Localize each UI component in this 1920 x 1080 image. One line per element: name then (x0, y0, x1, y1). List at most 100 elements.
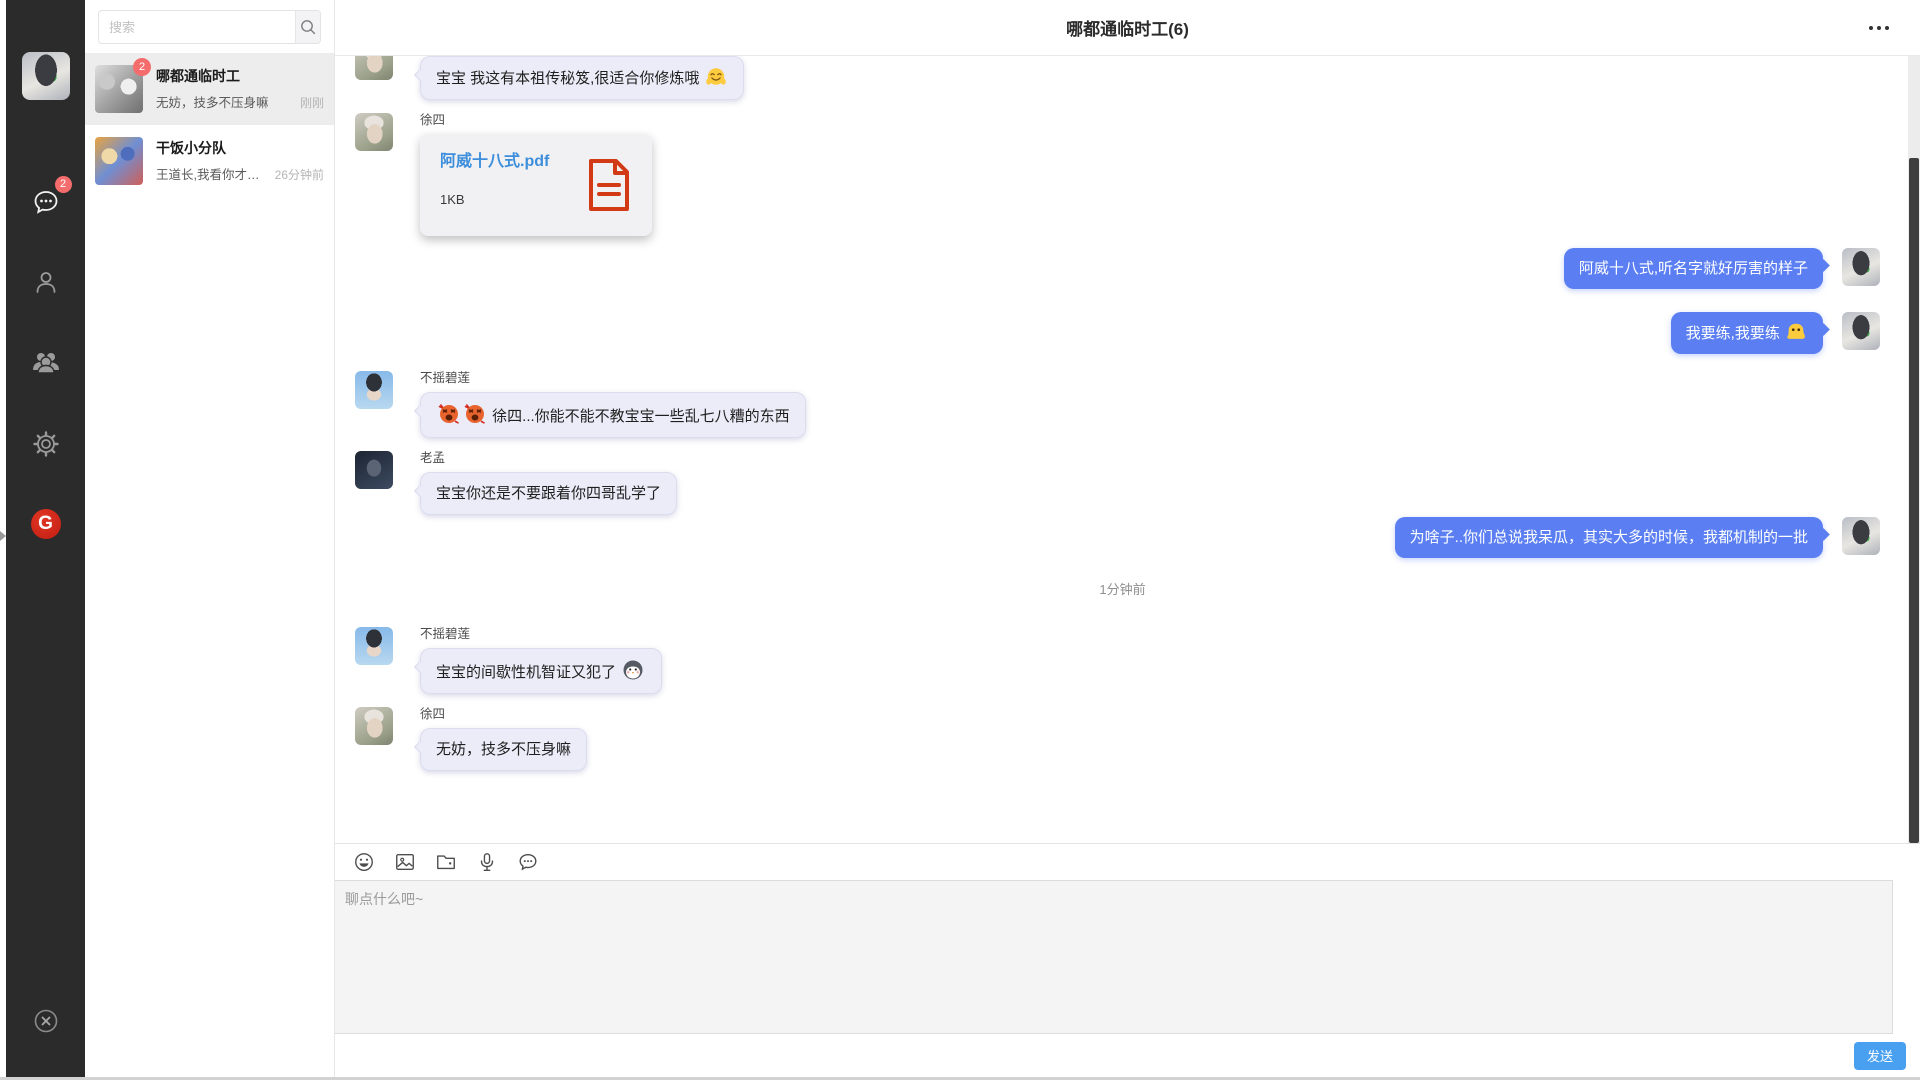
sidebar-item-chats[interactable]: 2 (26, 182, 66, 222)
message-avatar[interactable] (1842, 517, 1880, 555)
sidebar-close-button[interactable] (26, 1001, 66, 1041)
message-avatar[interactable] (355, 371, 393, 409)
app-window: 2 G (0, 0, 1920, 1080)
folder-icon (435, 851, 457, 873)
pdf-file-icon (586, 158, 632, 217)
chat-time: 刚刚 (300, 94, 324, 111)
voice-message-button[interactable] (472, 847, 502, 877)
emoji-picker-button[interactable] (349, 847, 379, 877)
chat-bubble-icon (32, 188, 60, 216)
chat-time: 26分钟前 (275, 166, 324, 183)
message-avatar[interactable] (1842, 248, 1880, 286)
gear-icon (32, 430, 60, 458)
unread-badge: 2 (133, 58, 151, 76)
scrollbar-thumb[interactable] (1909, 158, 1919, 843)
message-bubble: 阿威十八式,听名字就好厉害的样子 (1564, 248, 1823, 289)
conversation-panel: 哪都通临时工(6) 宝宝 我这有本祖传秘笈,很适合你修炼哦 徐四阿威十八式.pd… (335, 0, 1920, 1077)
message-row: 我要练,我要练 (355, 312, 1890, 354)
enraged-face-emoji (462, 408, 488, 425)
chat-record-button[interactable] (513, 847, 543, 877)
message-avatar[interactable] (355, 113, 393, 151)
message-avatar[interactable] (355, 627, 393, 665)
chat-list-item[interactable]: 2 哪都通临时工无妨，技多不压身嘛刚刚 (85, 53, 334, 125)
sender-name: 不摇碧莲 (420, 627, 470, 642)
chat-last-message: 王道长,我看你才… (156, 164, 269, 183)
message-row: 宝宝 我这有本祖传秘笈,很适合你修炼哦 (355, 56, 1890, 100)
message-text: 徐四...你能不能不教宝宝一些乱七八糟的东西 (488, 408, 790, 425)
message-avatar[interactable] (355, 56, 393, 80)
scrollbar-track[interactable] (1908, 56, 1920, 843)
sender-name: 老孟 (420, 451, 445, 466)
message-text: 为啥子..你们总说我呆瓜，其实大多的时候，我都机制的一批 (1410, 529, 1808, 546)
unread-badge: 2 (55, 176, 72, 193)
message-bubble: 为啥子..你们总说我呆瓜，其实大多的时候，我都机制的一批 (1395, 517, 1823, 558)
search-button[interactable] (295, 11, 320, 43)
send-image-button[interactable] (390, 847, 420, 877)
enraged-face-emoji (436, 408, 462, 425)
message-area: 宝宝 我这有本祖传秘笈,很适合你修炼哦 徐四阿威十八式.pdf1KB阿威十八式,… (335, 56, 1920, 843)
chat-title: 干饭小分队 (156, 139, 324, 157)
message-text: 宝宝 我这有本祖传秘笈,很适合你修炼哦 (436, 70, 704, 87)
sidebar: 2 G (6, 0, 85, 1077)
group-icon (31, 348, 61, 376)
message-avatar[interactable] (355, 707, 393, 745)
message-text: 宝宝你还是不要跟着你四哥乱学了 (436, 485, 661, 502)
search-box (98, 10, 321, 44)
melting-face-emoji (1784, 325, 1808, 342)
message-scroll-region: 宝宝 我这有本祖传秘笈,很适合你修炼哦 徐四阿威十八式.pdf1KB阿威十八式,… (335, 56, 1908, 843)
input-toolbar (335, 843, 1920, 880)
chat-avatar (95, 137, 143, 185)
message-row: 徐四无妨，技多不压身嘛 (355, 707, 1890, 771)
conversation-header: 哪都通临时工(6) (335, 0, 1920, 56)
send-button[interactable]: 发送 (1854, 1042, 1906, 1070)
sidebar-item-groups[interactable] (26, 342, 66, 382)
search-input[interactable] (99, 11, 295, 43)
sender-name: 不摇碧莲 (420, 371, 470, 386)
message-row: 为啥子..你们总说我呆瓜，其实大多的时候，我都机制的一批 (355, 517, 1890, 558)
file-message-card[interactable]: 阿威十八式.pdf1KB (420, 134, 652, 236)
send-row: 发送 (335, 1034, 1920, 1077)
message-text: 宝宝的间歇性机智证又犯了 (436, 664, 620, 681)
message-bubble: 我要练,我要练 (1671, 312, 1823, 354)
message-row: 不摇碧莲宝宝的间歇性机智证又犯了 (355, 627, 1890, 694)
message-row: 徐四阿威十八式.pdf1KB (355, 113, 1890, 236)
message-bubble-icon (517, 851, 539, 873)
chat-list: 2 哪都通临时工无妨，技多不压身嘛刚刚干饭小分队王道长,我看你才… 26分钟前 (85, 53, 334, 197)
message-bubble: 宝宝的间歇性机智证又犯了 (420, 648, 662, 694)
sender-name: 徐四 (420, 113, 445, 128)
message-bubble: 徐四...你能不能不教宝宝一些乱七八糟的东西 (420, 392, 806, 438)
chat-last-message: 无妨，技多不压身嘛 (156, 92, 294, 111)
close-circle-icon (33, 1008, 59, 1034)
message-input[interactable] (335, 881, 1892, 1033)
search-icon (299, 18, 317, 36)
g-logo-icon: G (31, 509, 61, 539)
microphone-icon (476, 851, 498, 873)
chat-title: 哪都通临时工 (156, 67, 324, 85)
message-row: 老孟宝宝你还是不要跟着你四哥乱学了 (355, 451, 1890, 515)
hugging-face-emoji (704, 70, 728, 87)
sender-name: 徐四 (420, 707, 445, 722)
message-avatar[interactable] (1842, 312, 1880, 350)
message-avatar[interactable] (355, 451, 393, 489)
my-avatar[interactable] (22, 52, 70, 100)
sidebar-item-settings[interactable] (26, 424, 66, 464)
send-file-button[interactable] (431, 847, 461, 877)
message-text: 阿威十八式,听名字就好厉害的样子 (1579, 260, 1808, 277)
image-icon (394, 851, 416, 873)
sidebar-item-contacts[interactable] (26, 262, 66, 302)
search-row (85, 0, 334, 53)
penguin-emoji (620, 664, 646, 681)
more-options-icon[interactable] (1863, 20, 1895, 36)
message-input-zone (335, 880, 1893, 1034)
chat-avatar: 2 (95, 65, 143, 113)
chat-list-item[interactable]: 干饭小分队王道长,我看你才… 26分钟前 (85, 125, 334, 197)
chat-list-panel: 2 哪都通临时工无妨，技多不压身嘛刚刚干饭小分队王道长,我看你才… 26分钟前 (85, 0, 335, 1077)
message-text: 无妨，技多不压身嘛 (436, 741, 571, 758)
message-bubble: 无妨，技多不压身嘛 (420, 728, 587, 771)
message-bubble: 宝宝你还是不要跟着你四哥乱学了 (420, 472, 677, 515)
message-row: 不摇碧莲 徐四...你能不能不教宝宝一些乱七八糟的东西 (355, 371, 1890, 438)
message-text: 我要练,我要练 (1686, 325, 1784, 342)
time-divider: 1分钟前 (355, 579, 1890, 598)
smiley-icon (353, 851, 375, 873)
sidebar-item-logo[interactable]: G (26, 504, 66, 544)
